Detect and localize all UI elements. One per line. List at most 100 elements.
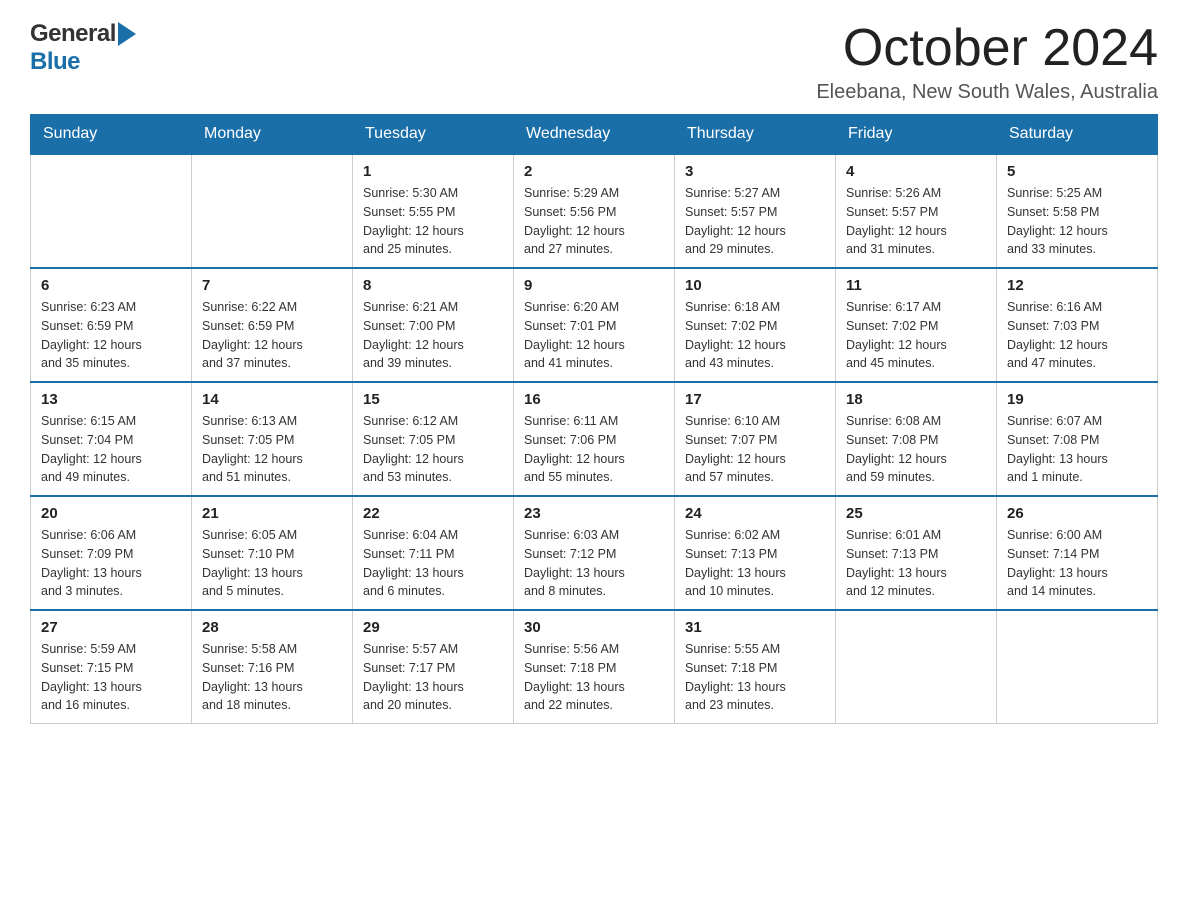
day-number: 6 [41, 277, 181, 294]
calendar-cell: 20Sunrise: 6:06 AM Sunset: 7:09 PM Dayli… [31, 496, 192, 610]
calendar-cell: 1 Sunrise: 5:30 AM Sunset: 5:55 PM Daylig… [353, 154, 514, 268]
calendar-cell: 27 Sunrise: 5:59 AM Sunset: 7:15 PM Dayli… [31, 610, 192, 724]
day-info: Sunrise: 6:11 AM Sunset: 7:06 PM Dayligh… [524, 412, 664, 487]
calendar-cell: 6 Sunrise: 6:23 AM Sunset: 6:59 PM Daylig… [31, 268, 192, 382]
weekday-header-saturday: Saturday [997, 115, 1158, 155]
calendar-cell: 10 Sunrise: 6:18 AM Sunset: 7:02 PM Dayli… [675, 268, 836, 382]
weekday-header-sunday: Sunday [31, 115, 192, 155]
day-number: 10 [685, 277, 825, 294]
title-area: October 2024 Eleebana, New South Wales, … [816, 20, 1158, 104]
calendar-cell: 22 Sunrise: 6:04 AM Sunset: 7:11 PM Dayli… [353, 496, 514, 610]
logo: General Blue [30, 20, 136, 76]
day-number: 14 [202, 391, 342, 408]
calendar-cell: 7 Sunrise: 6:22 AM Sunset: 6:59 PM Daylig… [192, 268, 353, 382]
day-info: Sunrise: 5:59 AM Sunset: 7:15 PM Dayligh… [41, 640, 181, 715]
calendar-cell: 14 Sunrise: 6:13 AM Sunset: 7:05 PM Dayli… [192, 382, 353, 496]
calendar-cell: 24 Sunrise: 6:02 AM Sunset: 7:13 PM Dayli… [675, 496, 836, 610]
calendar-cell: 8 Sunrise: 6:21 AM Sunset: 7:00 PM Daylig… [353, 268, 514, 382]
day-number: 8 [363, 277, 503, 294]
day-number: 23 [524, 505, 664, 522]
day-number: 15 [363, 391, 503, 408]
calendar-cell: 12 Sunrise: 6:16 AM Sunset: 7:03 PM Dayli… [997, 268, 1158, 382]
calendar-week-4: 20Sunrise: 6:06 AM Sunset: 7:09 PM Dayli… [31, 496, 1158, 610]
day-number: 22 [363, 505, 503, 522]
day-info: Sunrise: 6:20 AM Sunset: 7:01 PM Dayligh… [524, 298, 664, 373]
calendar-cell: 2Sunrise: 5:29 AM Sunset: 5:56 PM Daylig… [514, 154, 675, 268]
weekday-header-monday: Monday [192, 115, 353, 155]
day-info: Sunrise: 6:17 AM Sunset: 7:02 PM Dayligh… [846, 298, 986, 373]
calendar-cell: 19 Sunrise: 6:07 AM Sunset: 7:08 PM Dayli… [997, 382, 1158, 496]
calendar-cell [997, 610, 1158, 724]
day-number: 18 [846, 391, 986, 408]
calendar-cell: 17 Sunrise: 6:10 AM Sunset: 7:07 PM Dayli… [675, 382, 836, 496]
day-number: 21 [202, 505, 342, 522]
day-number: 7 [202, 277, 342, 294]
day-number: 30 [524, 619, 664, 636]
weekday-header-row: SundayMondayTuesdayWednesdayThursdayFrid… [31, 115, 1158, 155]
calendar-cell: 31Sunrise: 5:55 AM Sunset: 7:18 PM Dayli… [675, 610, 836, 724]
day-number: 5 [1007, 163, 1147, 180]
calendar-week-5: 27 Sunrise: 5:59 AM Sunset: 7:15 PM Dayli… [31, 610, 1158, 724]
day-info: Sunrise: 5:56 AM Sunset: 7:18 PM Dayligh… [524, 640, 664, 715]
calendar-cell: 28 Sunrise: 5:58 AM Sunset: 7:16 PM Dayli… [192, 610, 353, 724]
location-text: Eleebana, New South Wales, Australia [816, 81, 1158, 104]
calendar-cell: 3 Sunrise: 5:27 AM Sunset: 5:57 PM Daylig… [675, 154, 836, 268]
day-number: 26 [1007, 505, 1147, 522]
weekday-header-wednesday: Wednesday [514, 115, 675, 155]
day-number: 13 [41, 391, 181, 408]
day-info: Sunrise: 6:07 AM Sunset: 7:08 PM Dayligh… [1007, 412, 1147, 487]
day-number: 4 [846, 163, 986, 180]
calendar-cell: 18 Sunrise: 6:08 AM Sunset: 7:08 PM Dayli… [836, 382, 997, 496]
day-info: Sunrise: 6:15 AM Sunset: 7:04 PM Dayligh… [41, 412, 181, 487]
day-info: Sunrise: 5:30 AM Sunset: 5:55 PM Dayligh… [363, 184, 503, 259]
calendar-cell: 13 Sunrise: 6:15 AM Sunset: 7:04 PM Dayli… [31, 382, 192, 496]
day-info: Sunrise: 6:02 AM Sunset: 7:13 PM Dayligh… [685, 526, 825, 601]
day-info: Sunrise: 6:06 AM Sunset: 7:09 PM Dayligh… [41, 526, 181, 601]
calendar-cell [192, 154, 353, 268]
calendar-cell [836, 610, 997, 724]
day-info: Sunrise: 6:05 AM Sunset: 7:10 PM Dayligh… [202, 526, 342, 601]
calendar-week-2: 6 Sunrise: 6:23 AM Sunset: 6:59 PM Daylig… [31, 268, 1158, 382]
day-info: Sunrise: 5:29 AM Sunset: 5:56 PM Dayligh… [524, 184, 664, 259]
day-info: Sunrise: 6:13 AM Sunset: 7:05 PM Dayligh… [202, 412, 342, 487]
day-number: 27 [41, 619, 181, 636]
day-info: Sunrise: 6:08 AM Sunset: 7:08 PM Dayligh… [846, 412, 986, 487]
day-number: 3 [685, 163, 825, 180]
day-info: Sunrise: 6:00 AM Sunset: 7:14 PM Dayligh… [1007, 526, 1147, 601]
day-info: Sunrise: 6:16 AM Sunset: 7:03 PM Dayligh… [1007, 298, 1147, 373]
day-info: Sunrise: 6:10 AM Sunset: 7:07 PM Dayligh… [685, 412, 825, 487]
day-info: Sunrise: 5:57 AM Sunset: 7:17 PM Dayligh… [363, 640, 503, 715]
logo-text-general: General [30, 20, 116, 48]
day-info: Sunrise: 6:21 AM Sunset: 7:00 PM Dayligh… [363, 298, 503, 373]
day-info: Sunrise: 6:03 AM Sunset: 7:12 PM Dayligh… [524, 526, 664, 601]
weekday-header-tuesday: Tuesday [353, 115, 514, 155]
day-info: Sunrise: 6:04 AM Sunset: 7:11 PM Dayligh… [363, 526, 503, 601]
day-number: 24 [685, 505, 825, 522]
day-info: Sunrise: 6:18 AM Sunset: 7:02 PM Dayligh… [685, 298, 825, 373]
calendar-cell: 29Sunrise: 5:57 AM Sunset: 7:17 PM Dayli… [353, 610, 514, 724]
day-number: 16 [524, 391, 664, 408]
day-info: Sunrise: 6:22 AM Sunset: 6:59 PM Dayligh… [202, 298, 342, 373]
calendar-cell: 26 Sunrise: 6:00 AM Sunset: 7:14 PM Dayli… [997, 496, 1158, 610]
day-number: 25 [846, 505, 986, 522]
calendar-cell: 5 Sunrise: 5:25 AM Sunset: 5:58 PM Daylig… [997, 154, 1158, 268]
logo-text-blue: Blue [30, 48, 80, 76]
day-number: 9 [524, 277, 664, 294]
calendar-cell: 11 Sunrise: 6:17 AM Sunset: 7:02 PM Dayli… [836, 268, 997, 382]
day-info: Sunrise: 5:27 AM Sunset: 5:57 PM Dayligh… [685, 184, 825, 259]
calendar-week-1: 1 Sunrise: 5:30 AM Sunset: 5:55 PM Daylig… [31, 154, 1158, 268]
day-info: Sunrise: 6:23 AM Sunset: 6:59 PM Dayligh… [41, 298, 181, 373]
day-number: 19 [1007, 391, 1147, 408]
day-number: 17 [685, 391, 825, 408]
calendar-cell: 25Sunrise: 6:01 AM Sunset: 7:13 PM Dayli… [836, 496, 997, 610]
day-number: 12 [1007, 277, 1147, 294]
logo-arrow-icon [118, 22, 136, 46]
calendar-cell: 16 Sunrise: 6:11 AM Sunset: 7:06 PM Dayli… [514, 382, 675, 496]
day-number: 28 [202, 619, 342, 636]
calendar-cell: 30 Sunrise: 5:56 AM Sunset: 7:18 PM Dayli… [514, 610, 675, 724]
day-info: Sunrise: 5:58 AM Sunset: 7:16 PM Dayligh… [202, 640, 342, 715]
weekday-header-friday: Friday [836, 115, 997, 155]
day-number: 1 [363, 163, 503, 180]
day-number: 11 [846, 277, 986, 294]
day-info: Sunrise: 5:25 AM Sunset: 5:58 PM Dayligh… [1007, 184, 1147, 259]
